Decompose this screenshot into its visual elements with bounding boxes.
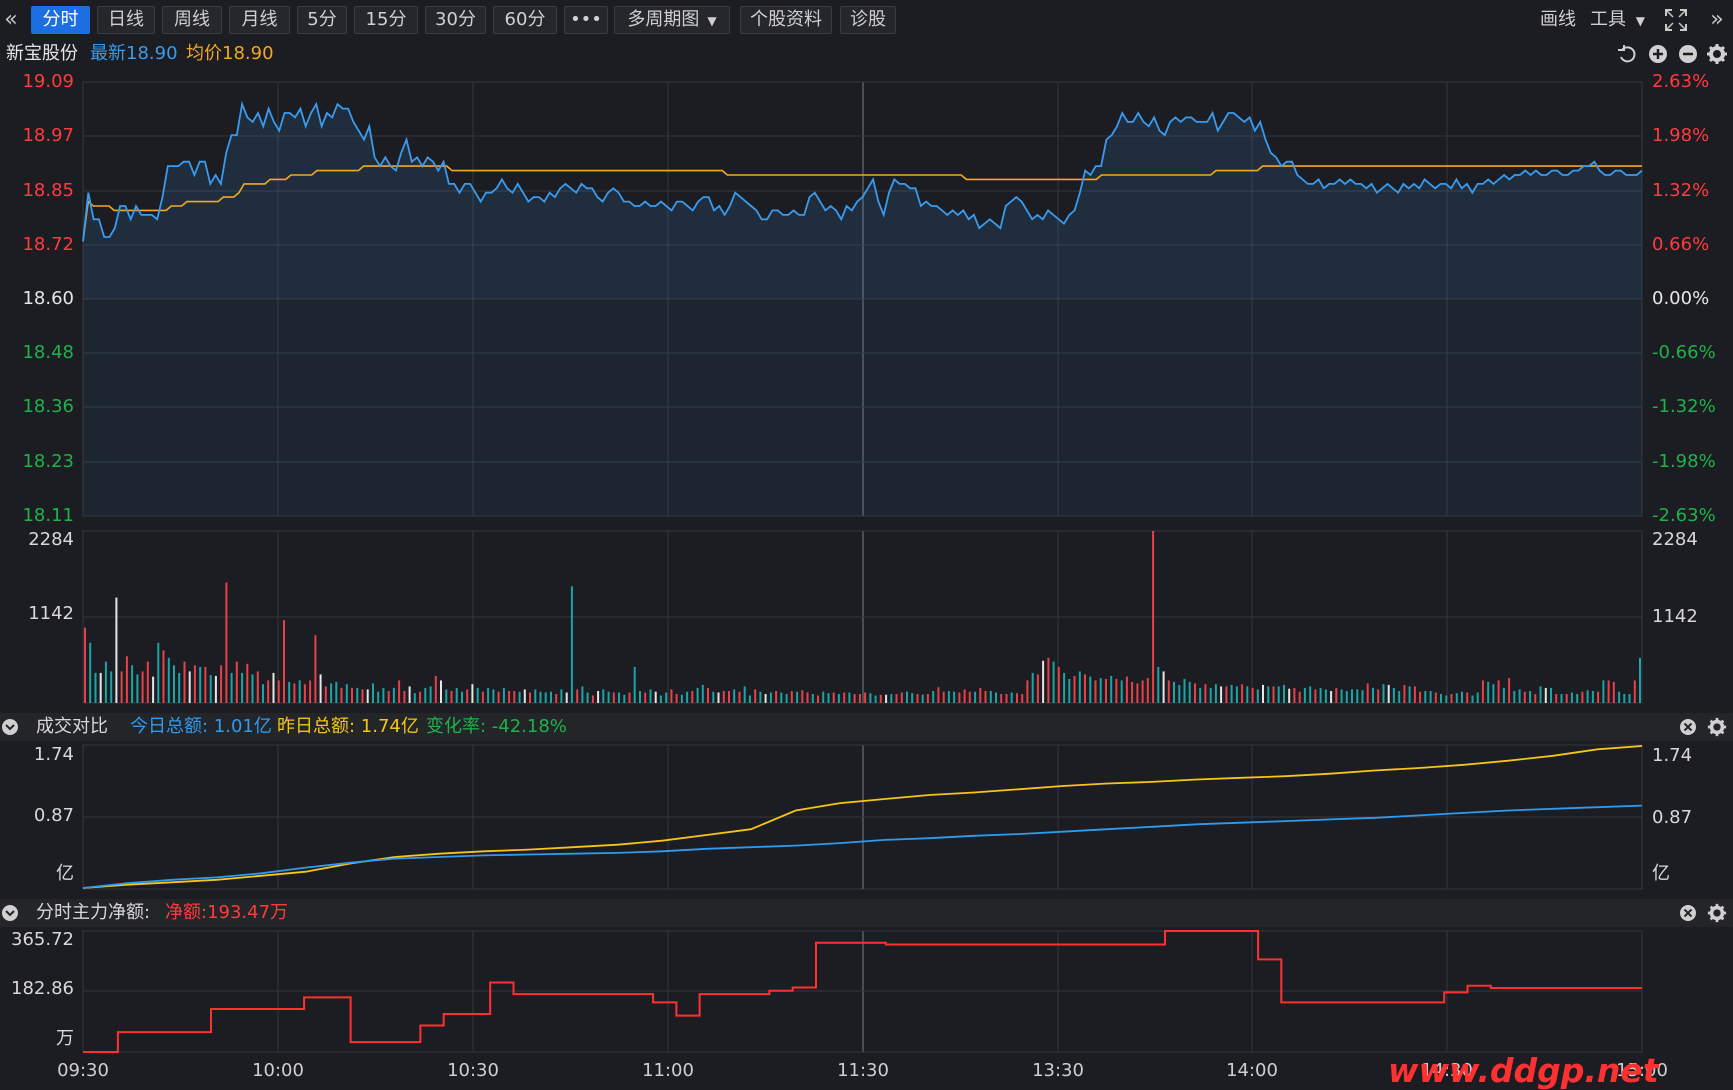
- price-area-lower: [83, 299, 1642, 516]
- intraday-charts[interactable]: [0, 0, 1733, 1090]
- stock-intraday-app: « 分时 日线 周线 月线 5分 15分 30分 60分 ••• 多周期图 ▼ 个股资料 诊股 画线 工…: [0, 0, 1733, 1090]
- site-watermark: www.ddgp.net: [1388, 1051, 1659, 1090]
